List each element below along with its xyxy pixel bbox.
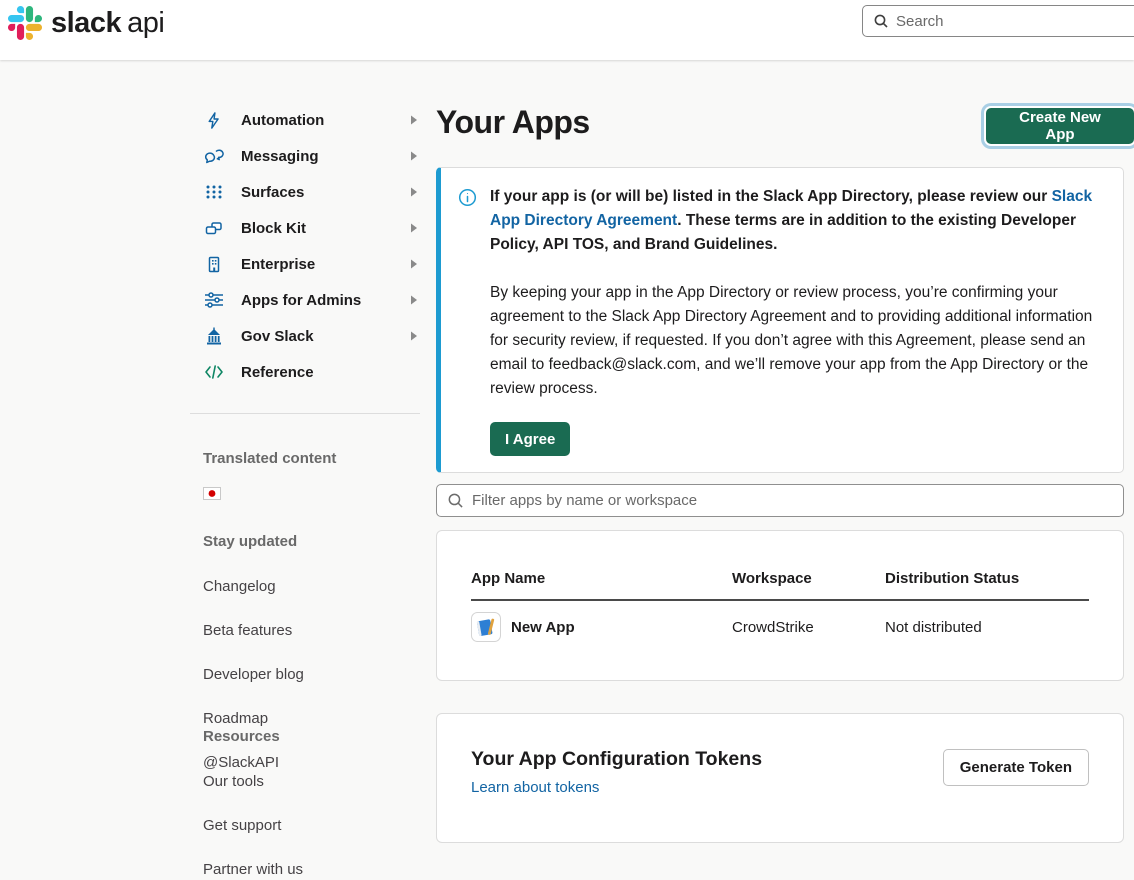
apps-list-card: App Name Workspace Distribution Status [436, 530, 1124, 681]
logo-wordmark: slackapi [51, 7, 164, 40]
sidebar-item-enterprise[interactable]: Enterprise [203, 246, 420, 282]
resources-heading: Resources [203, 728, 303, 745]
table-row[interactable]: New App CrowdStrike Not distributed [471, 601, 1089, 653]
slack-logo-icon [8, 6, 42, 40]
app-icon [471, 612, 501, 642]
notice-p1-before: If your app is (or will be) listed in th… [490, 188, 1052, 205]
blocks-icon [203, 218, 224, 239]
stay-updated-heading: Stay updated [203, 533, 304, 550]
distribution-status-cell: Not distributed [885, 619, 1089, 636]
info-icon [458, 185, 478, 456]
sidebar-link-changelog[interactable]: Changelog [203, 577, 304, 597]
sidebar-resources-section: Resources Our tools Get support Partner … [203, 728, 303, 880]
i-agree-button[interactable]: I Agree [490, 422, 570, 456]
workspace-cell: CrowdStrike [732, 619, 885, 636]
sidebar-item-label: Messaging [241, 148, 319, 165]
slack-api-logo[interactable]: slackapi [8, 6, 164, 40]
global-search [862, 5, 1134, 37]
notice-paragraph-2: By keeping your app in the App Directory… [490, 281, 1097, 401]
sidebar-divider [190, 413, 420, 414]
sidebar-item-surfaces[interactable]: Surfaces [203, 174, 420, 210]
chevron-right-icon [410, 223, 420, 233]
apps-table-header: App Name Workspace Distribution Status [471, 531, 1089, 601]
sidebar-link-roadmap[interactable]: Roadmap [203, 709, 304, 729]
chevron-right-icon [410, 331, 420, 341]
filter-apps-box [436, 484, 1124, 517]
sidebar-link-our-tools[interactable]: Our tools [203, 772, 303, 792]
sidebar-link-partner-with-us[interactable]: Partner with us [203, 860, 303, 880]
page-title: Your Apps [436, 104, 590, 141]
japan-flag-icon[interactable] [203, 487, 221, 500]
sidebar-item-label: Enterprise [241, 256, 315, 273]
app-config-tokens-card: Your App Configuration Tokens Learn abou… [436, 713, 1124, 843]
sidebar-item-label: Automation [241, 112, 324, 129]
grid-dots-icon [203, 182, 224, 203]
chevron-right-icon [410, 295, 420, 305]
sidebar-item-apps-for-admins[interactable]: Apps for Admins [203, 282, 420, 318]
sidebar-translated-section: Translated content [203, 450, 336, 505]
chat-bubbles-icon [203, 146, 224, 167]
search-icon [447, 492, 464, 509]
lightning-icon [203, 110, 224, 131]
sliders-icon [203, 290, 224, 311]
search-icon [873, 13, 889, 29]
sidebar-link-get-support[interactable]: Get support [203, 816, 303, 836]
learn-about-tokens-link[interactable]: Learn about tokens [471, 779, 599, 796]
apps-table: App Name Workspace Distribution Status [471, 531, 1089, 653]
column-workspace: Workspace [732, 570, 885, 587]
notice-paragraph-1: If your app is (or will be) listed in th… [490, 185, 1097, 257]
sidebar-item-gov-slack[interactable]: Gov Slack [203, 318, 420, 354]
create-new-app-button[interactable]: Create New App [986, 108, 1134, 144]
chevron-right-icon [410, 151, 420, 161]
government-building-icon [203, 326, 224, 347]
app-directory-notice: If your app is (or will be) listed in th… [436, 167, 1124, 473]
sidebar-item-label: Reference [241, 364, 314, 381]
column-distribution-status: Distribution Status [885, 570, 1089, 587]
filter-apps-input[interactable] [472, 492, 1113, 509]
top-header: slackapi [0, 0, 1134, 60]
sidebar-item-label: Apps for Admins [241, 292, 361, 309]
code-icon [203, 362, 224, 383]
sidebar-item-label: Surfaces [241, 184, 304, 201]
sidebar-nav: Automation Messaging Surfaces [203, 102, 420, 390]
chevron-right-icon [410, 187, 420, 197]
sidebar-link-developer-blog[interactable]: Developer blog [203, 665, 304, 685]
generate-token-button[interactable]: Generate Token [943, 749, 1089, 786]
translated-content-heading: Translated content [203, 450, 336, 467]
search-input[interactable] [896, 13, 1134, 30]
app-name-link[interactable]: New App [511, 619, 575, 636]
column-app-name: App Name [471, 570, 732, 587]
sidebar-item-reference[interactable]: Reference [203, 354, 420, 390]
sidebar-item-automation[interactable]: Automation [203, 102, 420, 138]
sidebar-item-label: Block Kit [241, 220, 306, 237]
building-icon [203, 254, 224, 275]
notice-text: If your app is (or will be) listed in th… [490, 185, 1097, 456]
sidebar-item-label: Gov Slack [241, 328, 314, 345]
sidebar-item-block-kit[interactable]: Block Kit [203, 210, 420, 246]
sidebar-item-messaging[interactable]: Messaging [203, 138, 420, 174]
sidebar-link-beta-features[interactable]: Beta features [203, 621, 304, 641]
chevron-right-icon [410, 259, 420, 269]
chevron-right-icon [410, 115, 420, 125]
